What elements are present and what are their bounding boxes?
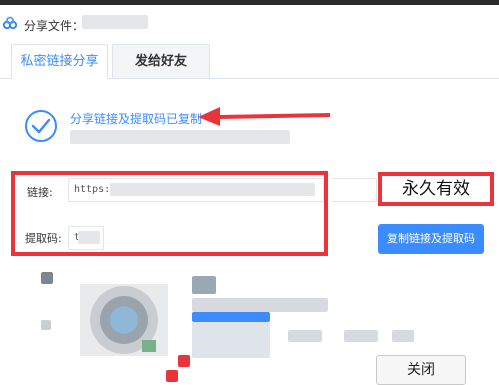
blurred-code <box>78 231 100 244</box>
link-label: 链接: <box>27 186 53 199</box>
title-bar: 分享文件： <box>0 5 499 35</box>
blurred-image-block <box>192 322 270 358</box>
close-button[interactable]: 关闭 <box>376 355 466 385</box>
annotation-arrow <box>198 107 330 126</box>
success-check-icon <box>25 110 57 142</box>
blurred-text-3 <box>344 330 378 342</box>
tab-send-to-friend[interactable]: 发给好友 <box>112 44 210 79</box>
copied-success-message: 分享链接及提取码已复制 <box>70 112 203 126</box>
blurred-file-name <box>82 15 148 29</box>
copy-link-and-code-button[interactable]: 复制链接及提取码 <box>378 224 484 254</box>
share-link-field-extension <box>332 178 377 202</box>
permanent-validity-annotation: 永久有效 <box>378 172 494 206</box>
blurred-square-1 <box>41 272 53 284</box>
blurred-red-mark-2 <box>166 370 178 382</box>
blurred-text-block <box>192 298 328 312</box>
blurred-icon-header <box>192 276 216 294</box>
blurred-blue-bar <box>192 312 270 322</box>
blurred-red-mark-1 <box>178 355 190 367</box>
tab-bar: 私密链接分享 发给好友 <box>0 44 499 79</box>
code-label: 提取码: <box>25 232 62 245</box>
blurred-square-2 <box>41 320 51 330</box>
blurred-link-url <box>110 183 315 196</box>
cloud-logo-icon <box>2 16 18 30</box>
window-title: 分享文件： <box>24 19 85 33</box>
blurred-info-text <box>70 130 290 144</box>
share-link-value: https: <box>74 184 111 195</box>
blurred-qr-code-image <box>80 284 168 356</box>
tab-private-link[interactable]: 私密链接分享 <box>11 44 108 79</box>
blurred-text-2 <box>288 330 322 342</box>
blurred-text-4 <box>392 330 414 342</box>
